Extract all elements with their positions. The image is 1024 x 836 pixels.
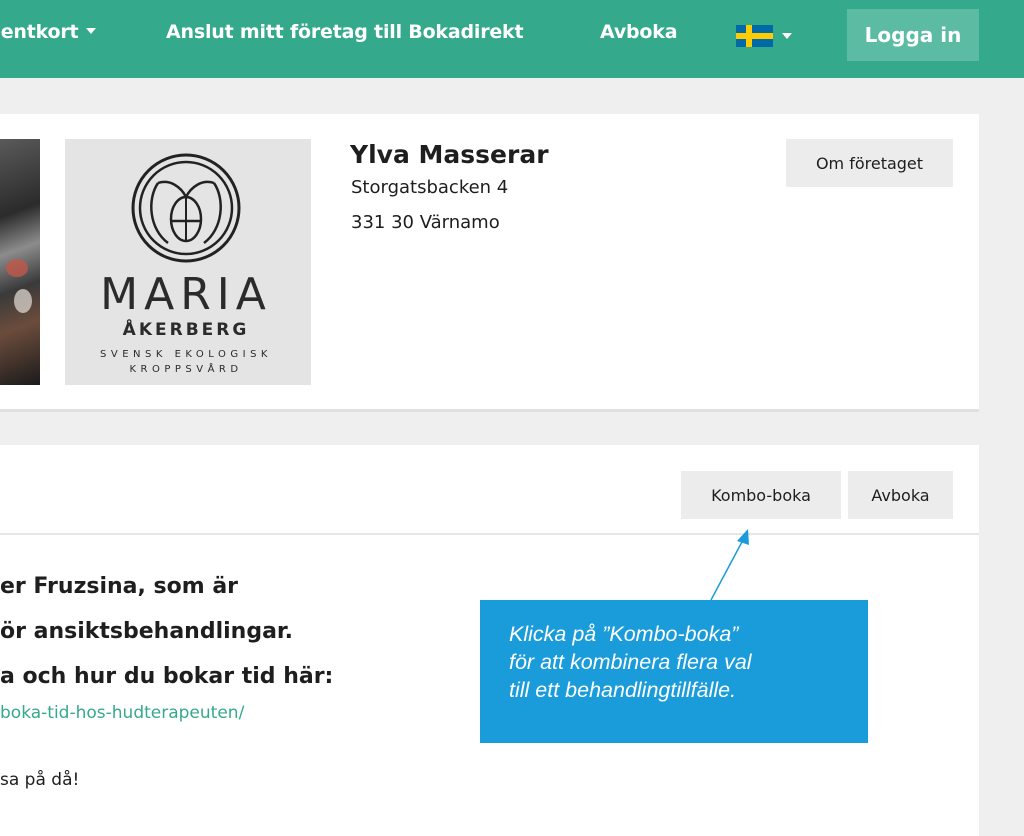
logo-tagline-1: SVENSK EKOLOGISK — [100, 349, 272, 360]
callout-line: Klicka på ”Kombo-boka” — [509, 622, 739, 646]
divider — [0, 533, 979, 535]
description-line: er Fruzsina, som är — [0, 574, 239, 599]
about-company-button[interactable]: Om företaget — [786, 139, 953, 187]
company-logo: MARIA ÅKERBERG SVENSK EKOLOGISK KROPPSVÅ… — [65, 139, 311, 385]
maria-akerberg-logo-icon: MARIA ÅKERBERG SVENSK EKOLOGISK KROPPSVÅ… — [100, 153, 272, 375]
nav-gift-cards-dropdown[interactable]: Presentkort — [0, 21, 97, 43]
login-button[interactable]: Logga in — [847, 9, 979, 61]
logo-tagline-2: KROPPSVÅRD — [129, 362, 242, 375]
swedish-flag-icon — [736, 25, 773, 47]
company-street: Storgatsbacken 4 — [351, 177, 509, 198]
logo-brand-text: MARIA — [100, 269, 272, 320]
description-line: ör ansiktsbehandlingar. — [0, 619, 294, 644]
callout-line: till ett behandlingtillfälle. — [509, 678, 737, 702]
company-name: Ylva Masserar — [350, 140, 549, 169]
company-photo — [0, 139, 40, 385]
chevron-down-icon — [782, 33, 792, 39]
callout-tooltip: Klicka på ”Kombo-boka” för att kombinera… — [480, 600, 868, 743]
nav-cancel-booking-link[interactable]: Avboka — [600, 21, 678, 43]
callout-line: för att kombinera flera val — [509, 650, 752, 674]
description-closing-text: sa på då! — [0, 770, 80, 790]
nav-connect-company-link[interactable]: Anslut mitt företag till Bokadirekt — [166, 21, 524, 43]
cancel-booking-button[interactable]: Avboka — [848, 471, 953, 519]
description-link[interactable]: boka-tid-hos-hudterapeuten/ — [0, 703, 244, 723]
combo-book-button[interactable]: Kombo-boka — [681, 471, 841, 519]
top-navigation: Presentkort Anslut mitt företag till Bok… — [0, 0, 1024, 78]
chevron-down-icon — [86, 27, 97, 34]
nav-gift-cards-label: Presentkort — [0, 21, 79, 43]
logo-brand-sub-text: ÅKERBERG — [123, 317, 250, 340]
company-postal-city: 331 30 Värnamo — [351, 212, 500, 233]
company-card: MARIA ÅKERBERG SVENSK EKOLOGISK KROPPSVÅ… — [0, 114, 979, 412]
description-line: a och hur du bokar tid här: — [0, 664, 334, 689]
